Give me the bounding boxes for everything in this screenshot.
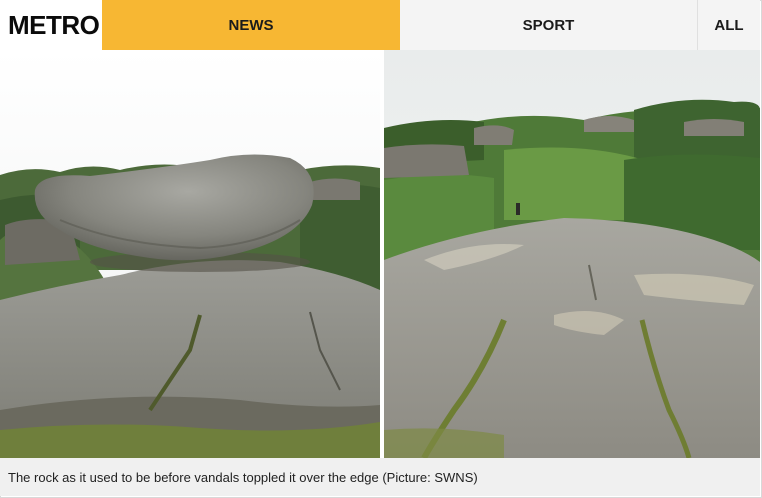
photo-rock-after-toppled bbox=[384, 50, 760, 458]
photo-gallery bbox=[0, 50, 760, 458]
tab-news[interactable]: NEWS bbox=[102, 0, 400, 50]
metro-logo[interactable]: METRO bbox=[0, 0, 102, 50]
photo-balanced-rock-before bbox=[0, 50, 380, 458]
tab-sport[interactable]: SPORT bbox=[400, 0, 698, 50]
top-navigation: METRO NEWS SPORT ALL bbox=[0, 0, 760, 50]
photo-caption: The rock as it used to be before vandals… bbox=[0, 458, 760, 496]
tab-all[interactable]: ALL bbox=[698, 0, 760, 50]
